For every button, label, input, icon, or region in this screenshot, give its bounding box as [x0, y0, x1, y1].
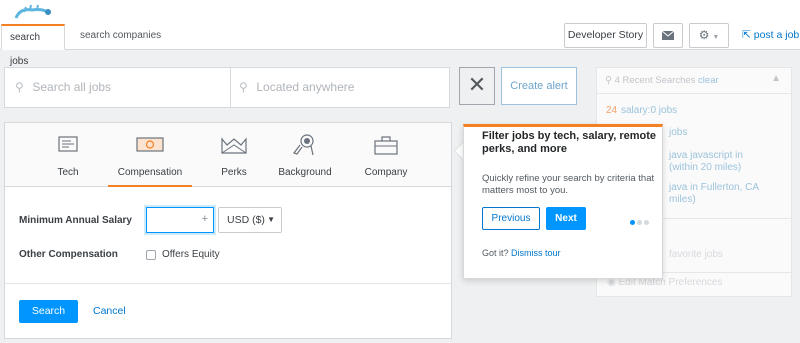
offers-equity-checkbox[interactable] — [146, 250, 156, 260]
create-alert-button[interactable]: Create alert — [501, 67, 577, 105]
mail-button[interactable] — [653, 23, 683, 48]
location-pin-icon: ⚲ — [239, 80, 248, 94]
background-icon — [293, 134, 314, 156]
recent-search-item[interactable]: salary:0 jobs — [621, 105, 677, 117]
recent-searches-header: ⚲ 4 Recent Searches clear — [605, 75, 719, 86]
plus-icon: + — [201, 213, 208, 225]
tour-footer-prefix: Got it? — [482, 248, 509, 258]
chevron-down-icon: ▼ — [712, 34, 720, 41]
recent-search-item[interactable]: (within 20 miles) — [669, 162, 741, 174]
currency-select[interactable]: USD ($) ▼ — [218, 207, 282, 233]
divider — [5, 283, 451, 284]
next-button[interactable]: Next — [546, 207, 586, 230]
tour-popover: Filter jobs by tech, salary, remote perk… — [463, 124, 663, 279]
mail-icon — [661, 30, 675, 40]
progress-dot — [637, 220, 642, 225]
progress-dot — [630, 220, 635, 225]
post-job-label: post a job — [753, 29, 800, 41]
perks-icon — [221, 137, 247, 154]
post-job-link[interactable]: ⇱ post a job — [742, 29, 799, 41]
external-link-icon: ⇱ — [742, 29, 751, 41]
close-icon: ✕ — [467, 72, 487, 97]
progress-dot — [644, 220, 649, 225]
gear-icon: ⚙ — [698, 28, 710, 42]
min-salary-label: Minimum Annual Salary — [19, 215, 132, 226]
tab-tech-label: Tech — [57, 167, 79, 178]
compensation-icon — [136, 137, 164, 152]
cancel-button[interactable]: Cancel — [93, 305, 126, 317]
tour-description: Quickly refine your search by criteria t… — [482, 173, 655, 196]
tour-footer: Got it? Dismiss tour — [482, 248, 561, 258]
tab-search-jobs[interactable]: search jobs — [1, 24, 65, 67]
tab-compensation[interactable]: Compensation — [108, 123, 192, 187]
tab-perks[interactable]: Perks — [195, 123, 273, 187]
recent-search-item[interactable]: java javascript in — [669, 150, 743, 162]
recent-search-item[interactable]: jobs — [669, 127, 687, 139]
search-placeholder: Search all jobs — [32, 80, 112, 94]
min-salary-input[interactable]: + — [146, 207, 214, 233]
recent-search-item[interactable]: java in Fullerton, CA — [669, 182, 759, 194]
search-icon: ⚲ — [15, 80, 24, 94]
offers-equity-label[interactable]: Offers Equity — [162, 249, 220, 260]
logo-icon[interactable] — [10, 4, 58, 22]
recent-item-count: 24 — [606, 105, 618, 116]
filter-panel: Tech Compensation Perks Background Compa… — [4, 122, 452, 339]
divider — [597, 93, 791, 94]
tech-icon — [58, 136, 78, 152]
tab-company-label: Company — [364, 167, 408, 178]
tab-background[interactable]: Background — [263, 123, 347, 187]
location-placeholder: Located anywhere — [256, 80, 355, 94]
other-compensation-label: Other Compensation — [19, 249, 118, 260]
search-box: ⚲ Search all jobs ⚲ Located anywhere — [4, 67, 450, 108]
tab-tech[interactable]: Tech — [29, 123, 107, 187]
tour-title: Filter jobs by tech, salary, remote perk… — [482, 130, 657, 155]
recent-count: 4 Recent Searches — [614, 75, 696, 86]
recent-search-item[interactable]: miles) — [669, 194, 696, 206]
tour-progress — [630, 216, 651, 228]
location-input[interactable]: ⚲ Located anywhere — [239, 80, 354, 94]
tab-compensation-label: Compensation — [117, 167, 183, 178]
search-input[interactable]: ⚲ Search all jobs — [15, 80, 111, 94]
clear-recent-link[interactable]: clear — [698, 75, 719, 86]
search-button[interactable]: Search — [19, 300, 78, 323]
chevron-up-icon[interactable]: ▲ — [771, 73, 781, 84]
company-icon — [374, 136, 398, 155]
dismiss-tour-link[interactable]: Dismiss tour — [511, 248, 561, 258]
favorites-text: favorite jobs — [669, 249, 723, 260]
tab-background-label: Background — [278, 167, 332, 178]
search-icon: ⚲ — [605, 75, 612, 86]
previous-button[interactable]: Previous — [482, 207, 540, 230]
tab-perks-label: Perks — [221, 167, 247, 178]
clear-search-button[interactable]: ✕ — [459, 67, 495, 105]
developer-story-button[interactable]: Developer Story — [564, 23, 647, 48]
top-bar: search jobs search companies Developer S… — [0, 0, 800, 67]
settings-button[interactable]: ⚙ ▼ — [689, 23, 729, 48]
tab-search-companies[interactable]: search companies — [72, 24, 169, 50]
divider — [230, 68, 231, 107]
filter-category-tabs: Tech Compensation Perks Background Compa… — [5, 123, 451, 187]
caret-down-icon: ▼ — [267, 215, 275, 224]
tab-company[interactable]: Company — [347, 123, 425, 187]
currency-value: USD ($) — [227, 214, 265, 226]
